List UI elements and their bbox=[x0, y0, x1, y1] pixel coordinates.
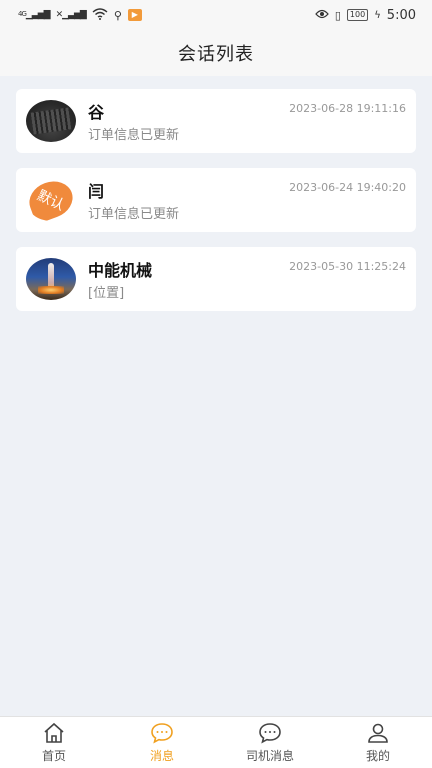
user-icon bbox=[368, 723, 388, 743]
contact-name: 闫 bbox=[88, 182, 105, 201]
message-timestamp: 2023-06-28 19:11:16 bbox=[289, 102, 406, 115]
bottom-navigation: 首页 消息 司机消息 我的 bbox=[0, 716, 432, 768]
charging-icon: ϟ bbox=[374, 9, 381, 21]
message-timestamp: 2023-06-24 19:40:20 bbox=[289, 181, 406, 194]
chat-icon bbox=[151, 722, 173, 744]
battery-icon: 100 bbox=[346, 9, 369, 21]
avatar: 默认 bbox=[26, 179, 76, 221]
nav-item-driver-messages[interactable]: 司机消息 bbox=[216, 717, 324, 768]
message-preview: 订单信息已更新 bbox=[88, 207, 180, 222]
conversation-list: 谷 2023-06-28 19:11:16 订单信息已更新 默认 闫 2023-… bbox=[16, 89, 416, 326]
nav-label: 我的 bbox=[365, 748, 390, 763]
message-timestamp: 2023-05-30 11:25:24 bbox=[289, 260, 406, 273]
nav-item-messages[interactable]: 消息 bbox=[108, 717, 216, 768]
status-bar: 4G▁▃▅▇ ✕▁▃▅▇ ⚲ ▶ ▯ 100 ϟ 5:00 bbox=[0, 0, 432, 30]
app-notification-icon: ▶ bbox=[127, 9, 142, 21]
message-preview: 订单信息已更新 bbox=[88, 128, 180, 143]
nav-label: 消息 bbox=[149, 748, 174, 763]
nav-label: 司机消息 bbox=[245, 748, 294, 763]
clock: 5:00 bbox=[386, 7, 416, 23]
contact-name: 中能机械 bbox=[88, 261, 153, 280]
avatar bbox=[26, 100, 76, 142]
conversation-item[interactable]: 谷 2023-06-28 19:11:16 订单信息已更新 bbox=[16, 89, 416, 153]
nav-label: 首页 bbox=[41, 748, 66, 763]
conversation-item[interactable]: 中能机械 2023-05-30 11:25:24 [位置] bbox=[16, 247, 416, 311]
default-avatar-label: 默认 bbox=[34, 187, 67, 215]
nav-item-profile[interactable]: 我的 bbox=[324, 717, 432, 768]
nav-item-home[interactable]: 首页 bbox=[0, 717, 108, 768]
usb-icon: ⚲ bbox=[113, 8, 122, 22]
home-icon bbox=[44, 722, 64, 743]
conversation-item[interactable]: 默认 闫 2023-06-24 19:40:20 订单信息已更新 bbox=[16, 168, 416, 232]
chat-icon bbox=[259, 722, 281, 744]
cellular-signal-icon: 4G▁▃▅▇ bbox=[18, 10, 51, 20]
wifi-icon bbox=[92, 7, 108, 23]
eye-comfort-icon bbox=[315, 8, 329, 22]
avatar bbox=[26, 258, 76, 300]
message-preview: [位置] bbox=[88, 286, 125, 301]
page-title: 会话列表 bbox=[178, 44, 254, 65]
vibrate-icon: ▯ bbox=[334, 8, 341, 22]
cellular-signal-2-icon: ✕▁▃▅▇ bbox=[55, 10, 87, 20]
contact-name: 谷 bbox=[88, 103, 105, 122]
page-header: 会话列表 bbox=[0, 30, 432, 76]
